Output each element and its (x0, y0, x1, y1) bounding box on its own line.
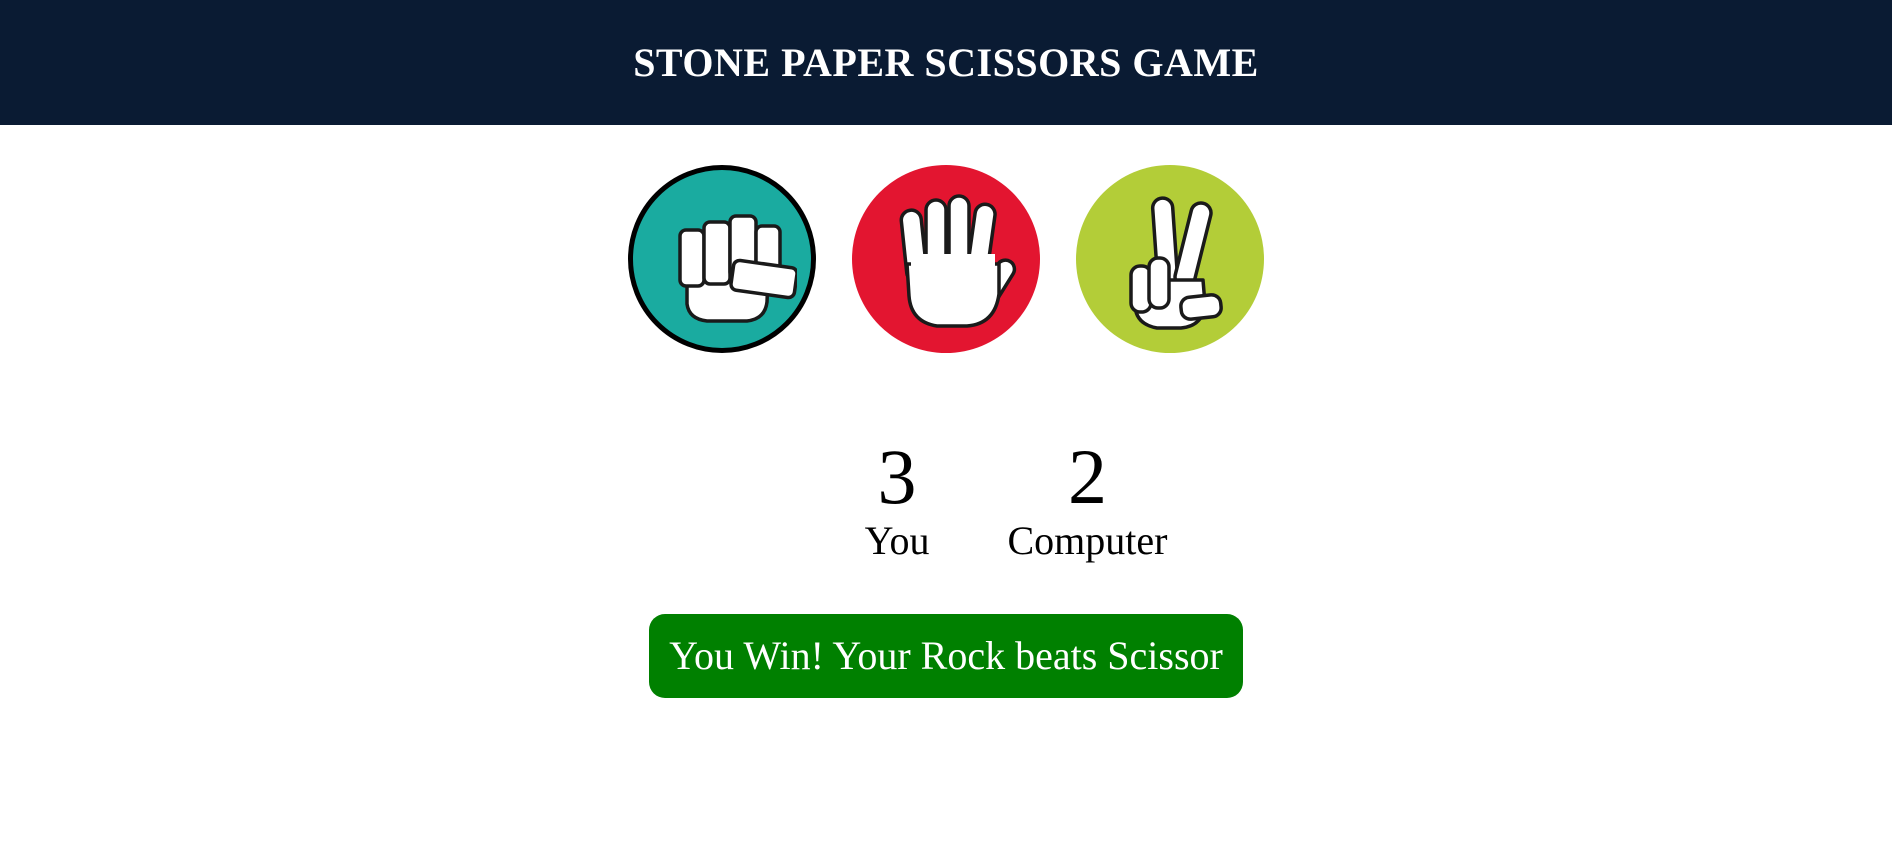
result-message: You Win! Your Rock beats Scissor (649, 614, 1243, 698)
scissors-hand-icon (1129, 196, 1223, 330)
choice-rock[interactable] (628, 165, 816, 353)
game-header: STONE PAPER SCISSORS GAME (0, 0, 1892, 125)
user-score-label: You (864, 518, 930, 563)
user-score: 3 (877, 433, 917, 520)
choice-paper[interactable] (852, 165, 1040, 353)
paper-hand-icon (899, 194, 1017, 328)
game-title: STONE PAPER SCISSORS GAME (633, 40, 1259, 85)
choices-container (0, 165, 1892, 353)
message-container: You Win! Your Rock beats Scissor (0, 614, 1892, 698)
score-board: 3 You 2 Computer (70, 435, 1892, 563)
computer-score: 2 (1067, 433, 1107, 520)
choice-scissors[interactable] (1076, 165, 1264, 353)
computer-score-block: 2 Computer (1007, 435, 1167, 563)
user-score-block: 3 You (865, 435, 930, 563)
computer-score-label: Computer (1007, 518, 1168, 563)
rock-fist-icon (678, 214, 797, 323)
